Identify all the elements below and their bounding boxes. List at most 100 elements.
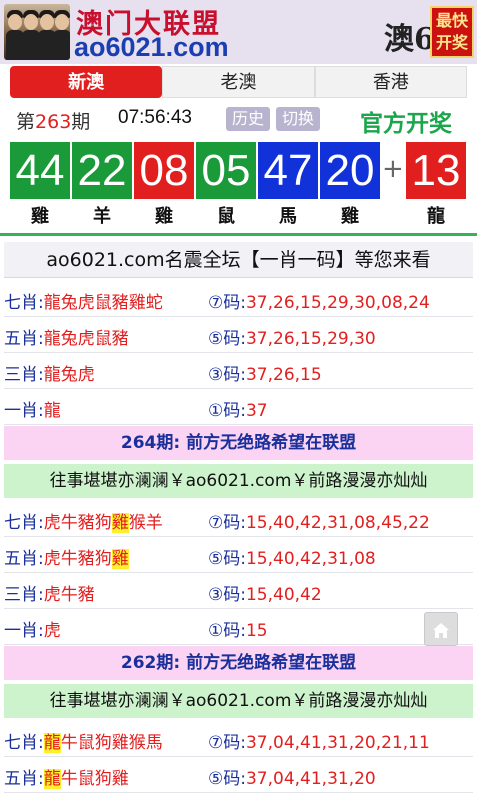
site-domain: ao6021.com xyxy=(74,32,229,62)
code-values: 15,40,42,31,08,45,22 xyxy=(245,513,430,533)
zodiac-highlight: 龍 xyxy=(43,733,61,753)
tab-old-macau[interactable]: 老澳 xyxy=(162,66,315,98)
ball-5: 47 xyxy=(258,142,318,199)
zodiac-highlight: 雞 xyxy=(111,549,129,569)
code-label: ⑤码: xyxy=(208,329,246,349)
ball-6: 20 xyxy=(320,142,380,199)
code-label: ⑦码: xyxy=(208,733,246,753)
row-label-text: 一肖: xyxy=(4,401,44,421)
row-codes: ⑦码:37,04,41,31,20,21,11 xyxy=(208,728,430,753)
code-values: 37,04,41,31,20,21,11 xyxy=(245,733,430,753)
row-codes: ⑤码:37,04,41,31,20 xyxy=(208,764,376,789)
slogan-banner[interactable]: 往事堪堪亦澜澜￥ao6021.com￥前路漫漫亦灿灿 xyxy=(4,684,473,718)
row-label-text: 五肖: xyxy=(4,549,44,569)
row-label: 五肖:龍牛鼠狗雞 xyxy=(4,764,129,789)
logo-image[interactable] xyxy=(4,4,70,60)
green-divider xyxy=(0,233,477,236)
row-zodiacs: 龍兔虎 xyxy=(43,365,95,385)
ball-1-zodiac: 雞 xyxy=(31,206,49,227)
back-to-top-button[interactable] xyxy=(424,612,458,646)
special-ball-zodiac: 龍 xyxy=(427,206,445,227)
draw-time: 07:56:43 xyxy=(118,107,192,128)
fast-draw-badge[interactable]: 最快 开奖 xyxy=(430,6,474,58)
code-values: 15,40,42 xyxy=(245,585,322,605)
list-item: 一肖:虎 ①码:15 xyxy=(4,610,473,645)
fast-badge-line1: 最快 xyxy=(435,11,468,30)
row-label-text: 七肖: xyxy=(4,733,44,753)
code-values: 37,04,41,31,20 xyxy=(245,769,376,789)
site-header: 澳门大联盟 ao6021.com 澳6 最快 开奖 xyxy=(0,0,477,64)
period-label: 第263期 xyxy=(16,107,90,134)
ball-5-zodiac: 馬 xyxy=(279,206,297,227)
switch-button[interactable]: 切换 xyxy=(276,107,321,131)
ball-2-zodiac: 羊 xyxy=(93,206,111,227)
list-item: 一肖:龍 ①码:37 xyxy=(4,390,473,425)
list-item: 三肖:虎牛豬 ③码:15,40,42 xyxy=(4,574,473,609)
row-codes: ⑤码:37,26,15,29,30 xyxy=(208,324,376,349)
region-tabs: 新澳 老澳 香港 xyxy=(10,66,467,98)
draw-info: 第263期 07:56:43 历史 切换 官方开奖 xyxy=(0,104,477,137)
zodiacs-post: 牛鼠狗雞猴馬 xyxy=(60,733,163,753)
code-values: 37,26,15,29,30,08,24 xyxy=(245,293,430,313)
special-ball: 13 xyxy=(406,142,466,199)
row-zodiacs: 龍 xyxy=(43,401,61,421)
official-draw-link[interactable]: 官方开奖 xyxy=(360,104,452,138)
row-label-text: 五肖: xyxy=(4,329,44,349)
row-label-text: 三肖: xyxy=(4,365,44,385)
row-zodiacs: 虎牛豬 xyxy=(44,585,95,605)
brand-mark: 澳6 xyxy=(384,22,435,57)
zodiacs-pre: 虎牛豬 xyxy=(43,585,95,605)
ball-6-zodiac: 雞 xyxy=(341,206,359,227)
ball-2: 22 xyxy=(72,142,132,199)
row-label-text: 七肖: xyxy=(4,513,44,533)
slogan-banner[interactable]: 往事堪堪亦澜澜￥ao6021.com￥前路漫漫亦灿灿 xyxy=(4,464,473,498)
code-values: 37,26,15,29,30 xyxy=(245,329,376,349)
row-label-text: 五肖: xyxy=(4,769,44,789)
row-label-text: 一肖: xyxy=(4,621,44,641)
row-zodiacs: 龍兔虎鼠豬 xyxy=(43,329,129,349)
code-label: ①码: xyxy=(208,401,246,421)
row-codes: ⑦码:37,26,15,29,30,08,24 xyxy=(208,288,430,313)
code-values: 15,40,42,31,08 xyxy=(245,549,376,569)
row-zodiacs: 龍牛鼠狗雞猴馬 xyxy=(43,733,163,753)
ball-3-zodiac: 雞 xyxy=(155,206,173,227)
row-codes: ①码:15 xyxy=(208,616,268,641)
code-values: 15 xyxy=(245,621,268,641)
row-codes: ⑦码:15,40,42,31,08,45,22 xyxy=(208,508,430,533)
code-label: ⑦码: xyxy=(208,293,246,313)
list-item: 五肖:虎牛豬狗雞 ⑤码:15,40,42,31,08 xyxy=(4,538,473,573)
history-button[interactable]: 历史 xyxy=(226,107,271,131)
row-label: 七肖:虎牛豬狗雞猴羊 xyxy=(4,508,163,533)
home-icon xyxy=(433,622,449,638)
list-item: 五肖:龍牛鼠狗雞 ⑤码:37,04,41,31,20 xyxy=(4,758,473,793)
period-heading: 262期: 前方无绝路希望在联盟 xyxy=(4,646,473,680)
row-zodiacs: 虎牛豬狗雞猴羊 xyxy=(44,513,163,533)
row-label-text: 七肖: xyxy=(4,293,44,313)
list-item: 五肖:龍兔虎鼠豬 ⑤码:37,26,15,29,30 xyxy=(4,318,473,353)
tab-hong-kong[interactable]: 香港 xyxy=(314,66,467,98)
ball-4-zodiac: 鼠 xyxy=(217,206,235,227)
row-label: 五肖:龍兔虎鼠豬 xyxy=(4,324,129,349)
zodiacs-pre: 虎牛豬狗 xyxy=(43,513,112,533)
zodiacs-pre: 虎牛豬狗 xyxy=(43,549,112,569)
ball-3: 08 xyxy=(134,142,194,199)
period-prefix: 第 xyxy=(16,111,36,133)
zodiac-highlight: 雞 xyxy=(111,513,129,533)
ball-1: 44 xyxy=(10,142,70,199)
row-zodiacs: 龍兔虎鼠豬雞蛇 xyxy=(43,293,163,313)
code-label: ③码: xyxy=(208,365,246,385)
ball-4: 05 xyxy=(196,142,256,199)
list-item: 七肖:虎牛豬狗雞猴羊 ⑦码:15,40,42,31,08,45,22 xyxy=(4,502,473,537)
list-item: 七肖:龍兔虎鼠豬雞蛇 ⑦码:37,26,15,29,30,08,24 xyxy=(4,282,473,317)
tab-new-macau[interactable]: 新澳 xyxy=(10,66,163,98)
code-values: 37,26,15 xyxy=(245,365,322,385)
row-label: 三肖:虎牛豬 xyxy=(4,580,95,605)
list-item: 三肖:龍兔虎 ③码:37,26,15 xyxy=(4,354,473,389)
zodiac-highlight: 龍 xyxy=(43,769,61,789)
zodiacs-pre: 虎 xyxy=(43,621,61,641)
code-label: ③码: xyxy=(208,585,246,605)
code-label: ⑦码: xyxy=(208,513,246,533)
zodiacs-post: 牛鼠狗雞 xyxy=(60,769,129,789)
row-zodiacs: 虎 xyxy=(44,621,61,641)
zodiacs-post: 猴羊 xyxy=(128,513,163,533)
